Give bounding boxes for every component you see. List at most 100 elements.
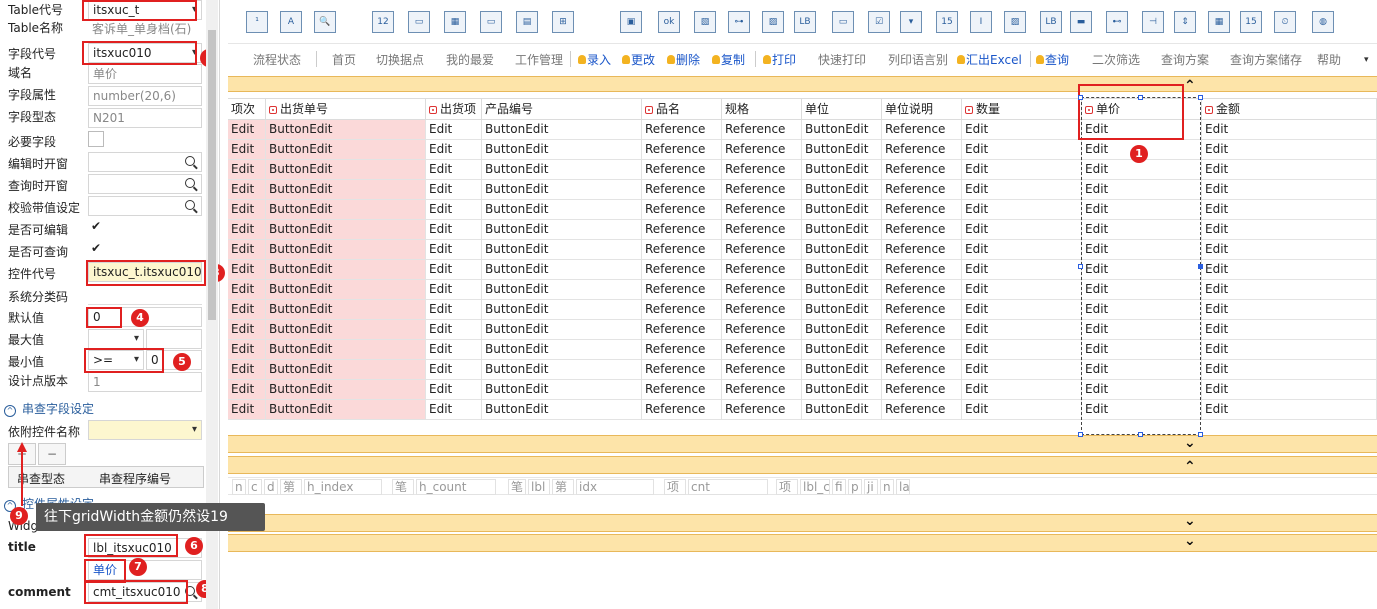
globe-icon[interactable]: ◍ bbox=[1312, 11, 1334, 33]
grid-cell[interactable]: ButtonEdit bbox=[482, 160, 642, 180]
grid-cell[interactable]: Reference bbox=[722, 200, 802, 220]
grid-cell[interactable]: Edit bbox=[1202, 200, 1377, 220]
panel-scrollbar-thumb[interactable] bbox=[208, 30, 216, 320]
min-op-select[interactable]: >= bbox=[88, 350, 144, 370]
grid-cell[interactable]: Edit bbox=[1202, 320, 1377, 340]
resize-handle[interactable] bbox=[1198, 95, 1203, 100]
grid-cell[interactable]: ButtonEdit bbox=[802, 400, 882, 420]
grid-cell[interactable]: Edit bbox=[426, 120, 482, 140]
grid-cell[interactable]: Edit bbox=[228, 140, 266, 160]
column-header[interactable]: 单位说明 bbox=[882, 98, 962, 120]
status-field[interactable]: 项 bbox=[776, 479, 798, 495]
grid-cell[interactable]: Reference bbox=[882, 360, 962, 380]
grid-cell[interactable]: ButtonEdit bbox=[266, 120, 426, 140]
bracket-icon[interactable]: ¹ bbox=[246, 11, 268, 33]
editable-checkbox[interactable]: ✔ bbox=[88, 219, 104, 235]
grid-cell[interactable]: Reference bbox=[642, 160, 722, 180]
grid-cell[interactable]: ButtonEdit bbox=[802, 140, 882, 160]
grid-cell[interactable]: Edit bbox=[962, 380, 1082, 400]
grid-cell[interactable]: Edit bbox=[1082, 380, 1202, 400]
grid-cell[interactable]: Edit bbox=[228, 340, 266, 360]
grid-cell[interactable]: ButtonEdit bbox=[802, 380, 882, 400]
grid-cell[interactable]: ButtonEdit bbox=[266, 160, 426, 180]
grid-cell[interactable]: ButtonEdit bbox=[802, 280, 882, 300]
grid-cell[interactable]: Edit bbox=[426, 360, 482, 380]
grid-cell[interactable]: ButtonEdit bbox=[482, 180, 642, 200]
grid-cell[interactable]: Edit bbox=[426, 320, 482, 340]
slider-icon[interactable]: ⊣ bbox=[1142, 11, 1164, 33]
tree-icon[interactable]: ⊞ bbox=[552, 11, 574, 33]
grid-cell[interactable]: Reference bbox=[642, 340, 722, 360]
max-input[interactable] bbox=[146, 329, 202, 349]
font-a-icon[interactable]: A bbox=[280, 11, 302, 33]
resize-handle[interactable] bbox=[1078, 432, 1083, 437]
grid-cell[interactable]: ButtonEdit bbox=[482, 220, 642, 240]
image-icon[interactable]: ▨ bbox=[762, 11, 784, 33]
grid-cell[interactable]: ButtonEdit bbox=[802, 320, 882, 340]
grid-cell[interactable]: Edit bbox=[962, 240, 1082, 260]
grid-cell[interactable]: Edit bbox=[228, 200, 266, 220]
column-header[interactable]: 出货单号 bbox=[266, 98, 426, 120]
grid-cell[interactable]: Reference bbox=[882, 320, 962, 340]
grid-cell[interactable]: Edit bbox=[1082, 300, 1202, 320]
comment-input[interactable]: cmt_itsxuc010 bbox=[88, 582, 202, 602]
menu-work-mgmt[interactable]: 工作管理 bbox=[515, 51, 563, 68]
grid-cell[interactable]: ButtonEdit bbox=[802, 260, 882, 280]
grid-cell[interactable]: Edit bbox=[1082, 320, 1202, 340]
grid-cell[interactable]: Reference bbox=[722, 140, 802, 160]
grid-cell[interactable]: ButtonEdit bbox=[266, 260, 426, 280]
grid-cell[interactable]: ButtonEdit bbox=[482, 360, 642, 380]
section-lookup[interactable]: ^ 串查字段设定 bbox=[4, 400, 94, 417]
grid-cell[interactable]: Reference bbox=[642, 360, 722, 380]
collapse-up-icon[interactable]: ⌃ bbox=[1184, 460, 1196, 474]
grid-cell[interactable]: Edit bbox=[228, 220, 266, 240]
grid-cell[interactable]: Edit bbox=[228, 240, 266, 260]
grid-cell[interactable]: Edit bbox=[228, 300, 266, 320]
column-header[interactable]: 产品编号 bbox=[482, 98, 642, 120]
grid-cell[interactable]: Reference bbox=[882, 380, 962, 400]
menu-export-excel[interactable]: 汇出Excel bbox=[957, 51, 1022, 68]
spinner-icon[interactable]: ⇕ bbox=[1174, 11, 1196, 33]
grid-cell[interactable]: Reference bbox=[642, 120, 722, 140]
dotted-line-icon[interactable]: ⊶ bbox=[728, 11, 750, 33]
grid-cell[interactable]: Reference bbox=[642, 140, 722, 160]
grid-cell[interactable]: Reference bbox=[882, 300, 962, 320]
grid-cell[interactable]: Edit bbox=[1202, 220, 1377, 240]
grid-cell[interactable]: Reference bbox=[882, 220, 962, 240]
grid-cell[interactable]: ButtonEdit bbox=[802, 240, 882, 260]
grid-cell[interactable]: Edit bbox=[1202, 280, 1377, 300]
grid-cell[interactable]: Reference bbox=[722, 220, 802, 240]
column-header[interactable]: 品名 bbox=[642, 98, 722, 120]
grid-cell[interactable]: Edit bbox=[1082, 200, 1202, 220]
grid-cell[interactable]: Reference bbox=[642, 280, 722, 300]
status-field[interactable]: lbl_c bbox=[800, 479, 830, 495]
grid-cell[interactable]: Reference bbox=[722, 240, 802, 260]
edit-open-input[interactable] bbox=[88, 152, 202, 172]
grid-cell[interactable]: Edit bbox=[228, 160, 266, 180]
grid-cell[interactable]: ButtonEdit bbox=[266, 140, 426, 160]
status-field[interactable]: idx bbox=[576, 479, 654, 495]
attach-ctrl-select[interactable] bbox=[88, 420, 202, 440]
grid-cell[interactable]: Edit bbox=[228, 360, 266, 380]
status-field[interactable]: n bbox=[232, 479, 246, 495]
grid-cell[interactable]: Reference bbox=[722, 320, 802, 340]
datetime-icon[interactable]: ⏲ bbox=[1274, 11, 1296, 33]
grid-cell[interactable]: ButtonEdit bbox=[482, 240, 642, 260]
grid-cell[interactable]: ButtonEdit bbox=[802, 200, 882, 220]
status-field[interactable]: ji bbox=[864, 479, 878, 495]
grid-cell[interactable]: ButtonEdit bbox=[482, 140, 642, 160]
date-icon[interactable]: 15 bbox=[1240, 11, 1262, 33]
menu-switch-site[interactable]: 切换据点 bbox=[376, 51, 424, 68]
panel-icon[interactable]: ▭ bbox=[480, 11, 502, 33]
grid-cell[interactable]: ButtonEdit bbox=[266, 300, 426, 320]
grid-cell[interactable]: Reference bbox=[882, 120, 962, 140]
grid-cell[interactable]: Edit bbox=[1082, 160, 1202, 180]
remove-button[interactable]: − bbox=[38, 443, 66, 465]
status-field[interactable]: 项 bbox=[664, 479, 686, 495]
sys-class-input[interactable] bbox=[88, 285, 202, 305]
grid-cell[interactable]: Reference bbox=[722, 280, 802, 300]
grid-cell[interactable]: ButtonEdit bbox=[802, 340, 882, 360]
search-db-icon[interactable]: 🔍 bbox=[314, 11, 336, 33]
grid-cell[interactable]: Edit bbox=[962, 340, 1082, 360]
grid-cell[interactable]: Edit bbox=[1202, 300, 1377, 320]
